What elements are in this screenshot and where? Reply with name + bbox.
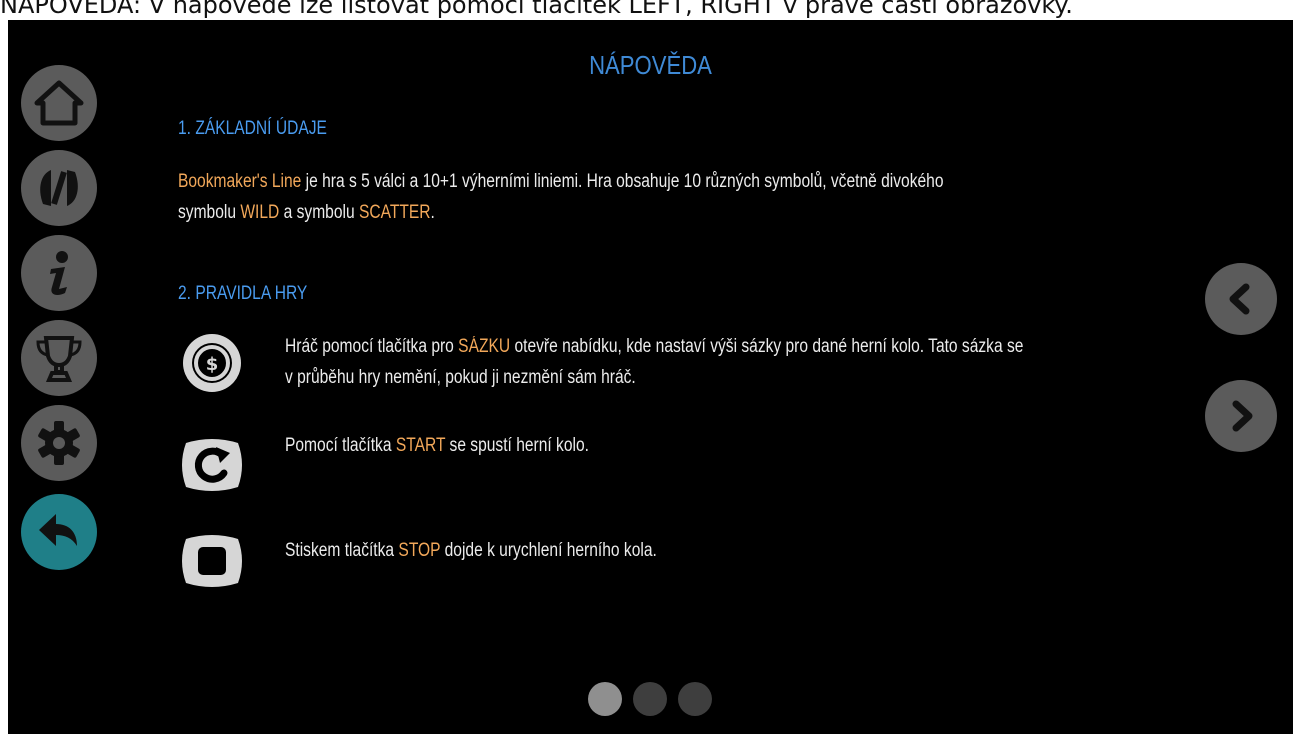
prev-page-button[interactable] — [1205, 263, 1277, 335]
help-caption: NÁPOVĚDA: V nápovědě lze listovat pomocí… — [0, 0, 1073, 18]
logo-icon — [40, 170, 78, 206]
section-heading-game-rules: 2. PRAVIDLA HRY — [178, 283, 308, 304]
basic-info-text-2a: symbolu — [178, 202, 241, 223]
start-rule-text-a: Pomocí tlačítka — [285, 435, 396, 456]
game-logo-button[interactable] — [21, 150, 97, 226]
basic-info-line-2: symbolu WILD a symbolu SCATTER. — [178, 197, 943, 228]
next-page-button[interactable] — [1205, 380, 1277, 452]
page-dot-1[interactable] — [588, 682, 622, 716]
bet-rule-text: Hráč pomocí tlačítka pro SÁZKU otevře na… — [285, 331, 1023, 393]
trophy-button[interactable] — [21, 320, 97, 396]
start-rule-text: Pomocí tlačítka START se spustí herní ko… — [285, 430, 589, 461]
chevron-right-icon — [1232, 400, 1253, 432]
bet-rule-line-2: v průběhu hry nemění, pokud ji nezmění s… — [285, 367, 636, 388]
stop-rule-text: Stiskem tlačítka STOP dojde k urychlení … — [285, 535, 657, 566]
back-button[interactable] — [21, 494, 97, 570]
trophy-icon — [36, 336, 82, 382]
basic-info-text-1: je hra s 5 válci a 10+1 výherními liniem… — [301, 171, 944, 192]
stop-keyword: STOP — [398, 540, 441, 561]
game-name: Bookmaker's Line — [178, 171, 302, 192]
page-dot-3[interactable] — [678, 682, 712, 716]
settings-button[interactable] — [21, 405, 97, 481]
basic-info-text-2b: a symbolu — [279, 202, 359, 223]
bet-coin-icon: $ — [183, 334, 241, 392]
back-arrow-icon — [39, 514, 77, 546]
home-button[interactable] — [21, 65, 97, 141]
bet-rule-line-1: Hráč pomocí tlačítka pro SÁZKU otevře na… — [285, 331, 1023, 362]
bet-rule-text-1b: otevře nabídku, kde nastaví výši sázky p… — [510, 336, 1024, 357]
start-keyword: START — [395, 435, 446, 456]
stop-rule-text-b: dojde k urychlení herního kola. — [440, 540, 657, 561]
start-rule-text-b: se spustí herní kolo. — [445, 435, 589, 456]
gear-icon — [38, 421, 80, 465]
basic-info-paragraph: Bookmaker's Line je hra s 5 válci a 10+1… — [178, 166, 943, 228]
start-icon — [182, 439, 242, 491]
scatter-symbol-name: SCATTER — [358, 202, 431, 223]
info-button[interactable] — [21, 235, 97, 311]
home-icon — [34, 80, 84, 126]
basic-info-line-1: Bookmaker's Line je hra s 5 válci a 10+1… — [178, 166, 943, 197]
chevron-left-icon — [1229, 283, 1250, 315]
bet-rule-text-1a: Hráč pomocí tlačítka pro — [285, 336, 459, 357]
svg-text:$: $ — [206, 354, 219, 375]
stop-icon — [182, 535, 242, 587]
stop-rule-text-a: Stiskem tlačítka — [285, 540, 399, 561]
help-screen: NÁPOVĚDA 1. ZÁKLADNÍ ÚDAJE Bookmaker's L… — [8, 20, 1293, 734]
wild-symbol-name: WILD — [240, 202, 280, 223]
page-dot-2[interactable] — [633, 682, 667, 716]
info-icon — [50, 251, 68, 295]
section-heading-basic-info: 1. ZÁKLADNÍ ÚDAJE — [178, 118, 327, 139]
basic-info-text-2c: . — [430, 202, 435, 223]
page-title: NÁPOVĚDA — [589, 50, 712, 80]
bet-keyword: SÁZKU — [458, 336, 511, 357]
